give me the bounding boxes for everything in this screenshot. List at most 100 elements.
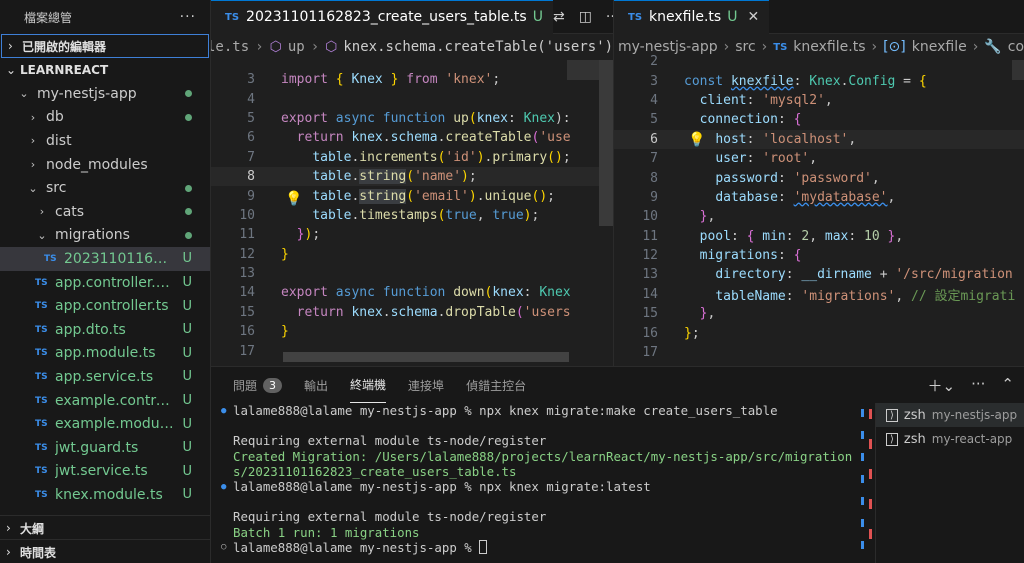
folder-item[interactable]: ⌄ src bbox=[0, 176, 210, 200]
split-editor-icon[interactable]: ◫ bbox=[579, 9, 592, 25]
close-icon[interactable]: ✕ bbox=[747, 9, 759, 25]
tab-knexfile[interactable]: TS knexfile.ts U ✕ bbox=[614, 0, 770, 34]
file-item[interactable]: TS knex.module.ts U bbox=[0, 483, 210, 507]
tab-output[interactable]: 輸出 bbox=[304, 367, 328, 403]
git-status-badge: U bbox=[182, 393, 192, 409]
tree-item-label: src bbox=[46, 180, 67, 197]
tree-item-label: cats bbox=[55, 203, 85, 220]
terminal-output-line: Requiring external module ts-node/regist… bbox=[211, 433, 866, 448]
file-item[interactable]: TS jwt.guard.ts U bbox=[0, 436, 210, 460]
file-item[interactable]: TS example.controller.ts U bbox=[0, 389, 210, 413]
terminal-prompt-line: ○ lalame888@lalame my-nestjs-app % bbox=[211, 540, 866, 555]
more-actions-icon[interactable]: ··· bbox=[606, 9, 613, 25]
terminal-prompt-line: ● lalame888@lalame my-nestjs-app % npx kn… bbox=[211, 403, 866, 418]
tab-label: 問題 bbox=[233, 378, 258, 393]
outline-label: 大綱 bbox=[20, 521, 45, 536]
breadcrumb: le.ts › ⬡ up › ⬡ knex.schema.createTable… bbox=[211, 34, 613, 60]
file-tree: ⌄ my-nestjs-app › db › dist › node_modules ⌄ src ›… bbox=[0, 82, 210, 507]
tree-item-label: dist bbox=[46, 132, 72, 149]
git-status-dot bbox=[185, 204, 192, 219]
typescript-icon: TS bbox=[35, 466, 48, 477]
file-item[interactable]: TS example.module.ts U bbox=[0, 412, 210, 436]
project-section[interactable]: ⌄ LEARNREACT bbox=[0, 58, 210, 82]
file-item[interactable]: TS app.module.ts U bbox=[0, 342, 210, 366]
breadcrumb-callback[interactable]: knex.schema.createTable('users') callbac… bbox=[343, 39, 613, 55]
git-status-badge: U bbox=[182, 298, 192, 314]
chevron-down-icon: ⌄ bbox=[6, 63, 17, 77]
terminal-instance[interactable]: ⟩ zsh my-react-app bbox=[876, 427, 1024, 451]
tab-terminal[interactable]: 終端機 bbox=[350, 367, 387, 403]
tab-debug-console[interactable]: 偵錯主控台 bbox=[466, 367, 526, 403]
terminal-shell: zsh bbox=[903, 407, 926, 423]
terminal-text: Created Migration: /Users/lalame888/proj… bbox=[233, 448, 853, 464]
tree-item-label: db bbox=[46, 109, 64, 126]
folder-item[interactable]: › db bbox=[0, 106, 210, 130]
terminal-text: Requiring external module ts-node/regist… bbox=[233, 509, 547, 525]
file-item[interactable]: TS app.dto.ts U bbox=[0, 318, 210, 342]
compare-changes-icon[interactable]: ⇄ bbox=[553, 9, 565, 25]
tab-label: 20231101162823_create_users_table.ts bbox=[246, 9, 527, 25]
terminal-prompt-line: ● lalame888@lalame my-nestjs-app % npx kn… bbox=[211, 479, 866, 494]
breadcrumb-file[interactable]: le.ts bbox=[211, 39, 249, 55]
tab-label: 偵錯主控台 bbox=[466, 378, 527, 393]
tab-migration-file[interactable]: TS 20231101162823_create_users_table.ts … bbox=[211, 0, 553, 34]
tree-item-label: my-nestjs-app bbox=[37, 85, 137, 102]
command-decoration-icon: ● bbox=[221, 481, 227, 492]
code-editor-right[interactable]: 2 3 const knexfile: Knex.Config = { 4 cli… bbox=[614, 52, 1024, 362]
folder-item[interactable]: › dist bbox=[0, 129, 210, 153]
terminal-shell: zsh bbox=[903, 431, 926, 447]
typescript-icon: TS bbox=[35, 371, 48, 382]
tab-problems[interactable]: 問題 3 bbox=[233, 367, 283, 403]
tab-label: 連接埠 bbox=[408, 378, 445, 393]
folder-item[interactable]: › cats bbox=[0, 200, 210, 224]
breadcrumb-function[interactable]: up bbox=[288, 39, 305, 55]
vertical-scrollbar[interactable] bbox=[599, 60, 613, 226]
git-status-badge: U bbox=[182, 369, 192, 385]
folder-item[interactable]: ⌄ migrations bbox=[0, 224, 210, 248]
tab-label: 終端機 bbox=[350, 378, 387, 392]
minimap[interactable] bbox=[1012, 60, 1024, 80]
minimap[interactable] bbox=[567, 60, 599, 80]
file-item[interactable]: TS app.controller.spec.ts U bbox=[0, 271, 210, 295]
file-item[interactable]: TS app.controller.ts U bbox=[0, 294, 210, 318]
tree-item-label: jwt.guard.ts bbox=[55, 439, 139, 456]
lightbulb-icon[interactable]: 💡 bbox=[688, 132, 705, 148]
explorer-header: 檔案總管 ··· bbox=[0, 0, 210, 34]
file-item[interactable]: TS app.service.ts U bbox=[0, 365, 210, 389]
outline-section[interactable]: › 大綱 bbox=[0, 515, 210, 540]
open-editors-label: 已開啟的編輯器 bbox=[22, 39, 107, 54]
new-terminal-icon[interactable]: ＋⌄ bbox=[928, 375, 956, 396]
chevron-down-icon: ⌄ bbox=[37, 228, 47, 242]
command-decoration-icon: ● bbox=[221, 405, 227, 416]
explorer-sidebar: 檔案總管 ··· › 已開啟的編輯器 ⌄ LEARNREACT ⌄ my-nest… bbox=[0, 0, 211, 563]
more-actions-icon[interactable]: ··· bbox=[971, 375, 985, 396]
git-status-badge: U bbox=[182, 345, 192, 361]
tab-bar-left: TS 20231101162823_create_users_table.ts … bbox=[211, 0, 613, 34]
maximize-panel-icon[interactable]: ⌃ bbox=[1001, 375, 1014, 396]
folder-item[interactable]: ⌄ my-nestjs-app bbox=[0, 82, 210, 106]
file-item[interactable]: TS jwt.service.ts U bbox=[0, 460, 210, 484]
bottom-panel: 問題 3 輸出 終端機 連接埠 偵錯主控台 ＋⌄ ··· ⌃ ● lalame88… bbox=[211, 366, 1024, 563]
more-actions-icon[interactable]: ··· bbox=[180, 9, 196, 25]
lightbulb-icon[interactable]: 💡 bbox=[285, 191, 302, 207]
tab-label: 輸出 bbox=[304, 378, 329, 393]
folder-item[interactable]: › node_modules bbox=[0, 153, 210, 177]
terminal-output[interactable]: ● lalame888@lalame my-nestjs-app % npx kn… bbox=[211, 403, 866, 563]
terminal-instance[interactable]: ⟩ zsh my-nestjs-app bbox=[876, 403, 1024, 427]
timeline-section[interactable]: › 時間表 bbox=[0, 539, 210, 563]
horizontal-scrollbar[interactable] bbox=[283, 352, 569, 362]
git-status-badge: U bbox=[182, 440, 192, 456]
explorer-title: 檔案總管 bbox=[24, 10, 73, 25]
typescript-icon: TS bbox=[773, 41, 788, 53]
editor-group-right: TS knexfile.ts U ✕ my-nestjs-app › src ›… bbox=[613, 0, 1024, 366]
git-status-badge: U bbox=[182, 275, 192, 291]
tree-item-label: app.dto.ts bbox=[55, 321, 126, 338]
open-editors-section[interactable]: › 已開啟的編輯器 bbox=[1, 34, 209, 58]
tree-item-label: 20231101162823_create_users_table.ts bbox=[64, 250, 174, 267]
tab-label: knexfile.ts bbox=[649, 9, 722, 25]
code-editor-left[interactable]: 3 import { Knex } from 'knex'; 4 5 export … bbox=[211, 60, 613, 361]
git-status-badge: U bbox=[182, 487, 192, 503]
tab-ports[interactable]: 連接埠 bbox=[408, 367, 444, 403]
file-item[interactable]: TS 20231101162823_create_users_table.ts U bbox=[0, 247, 210, 271]
